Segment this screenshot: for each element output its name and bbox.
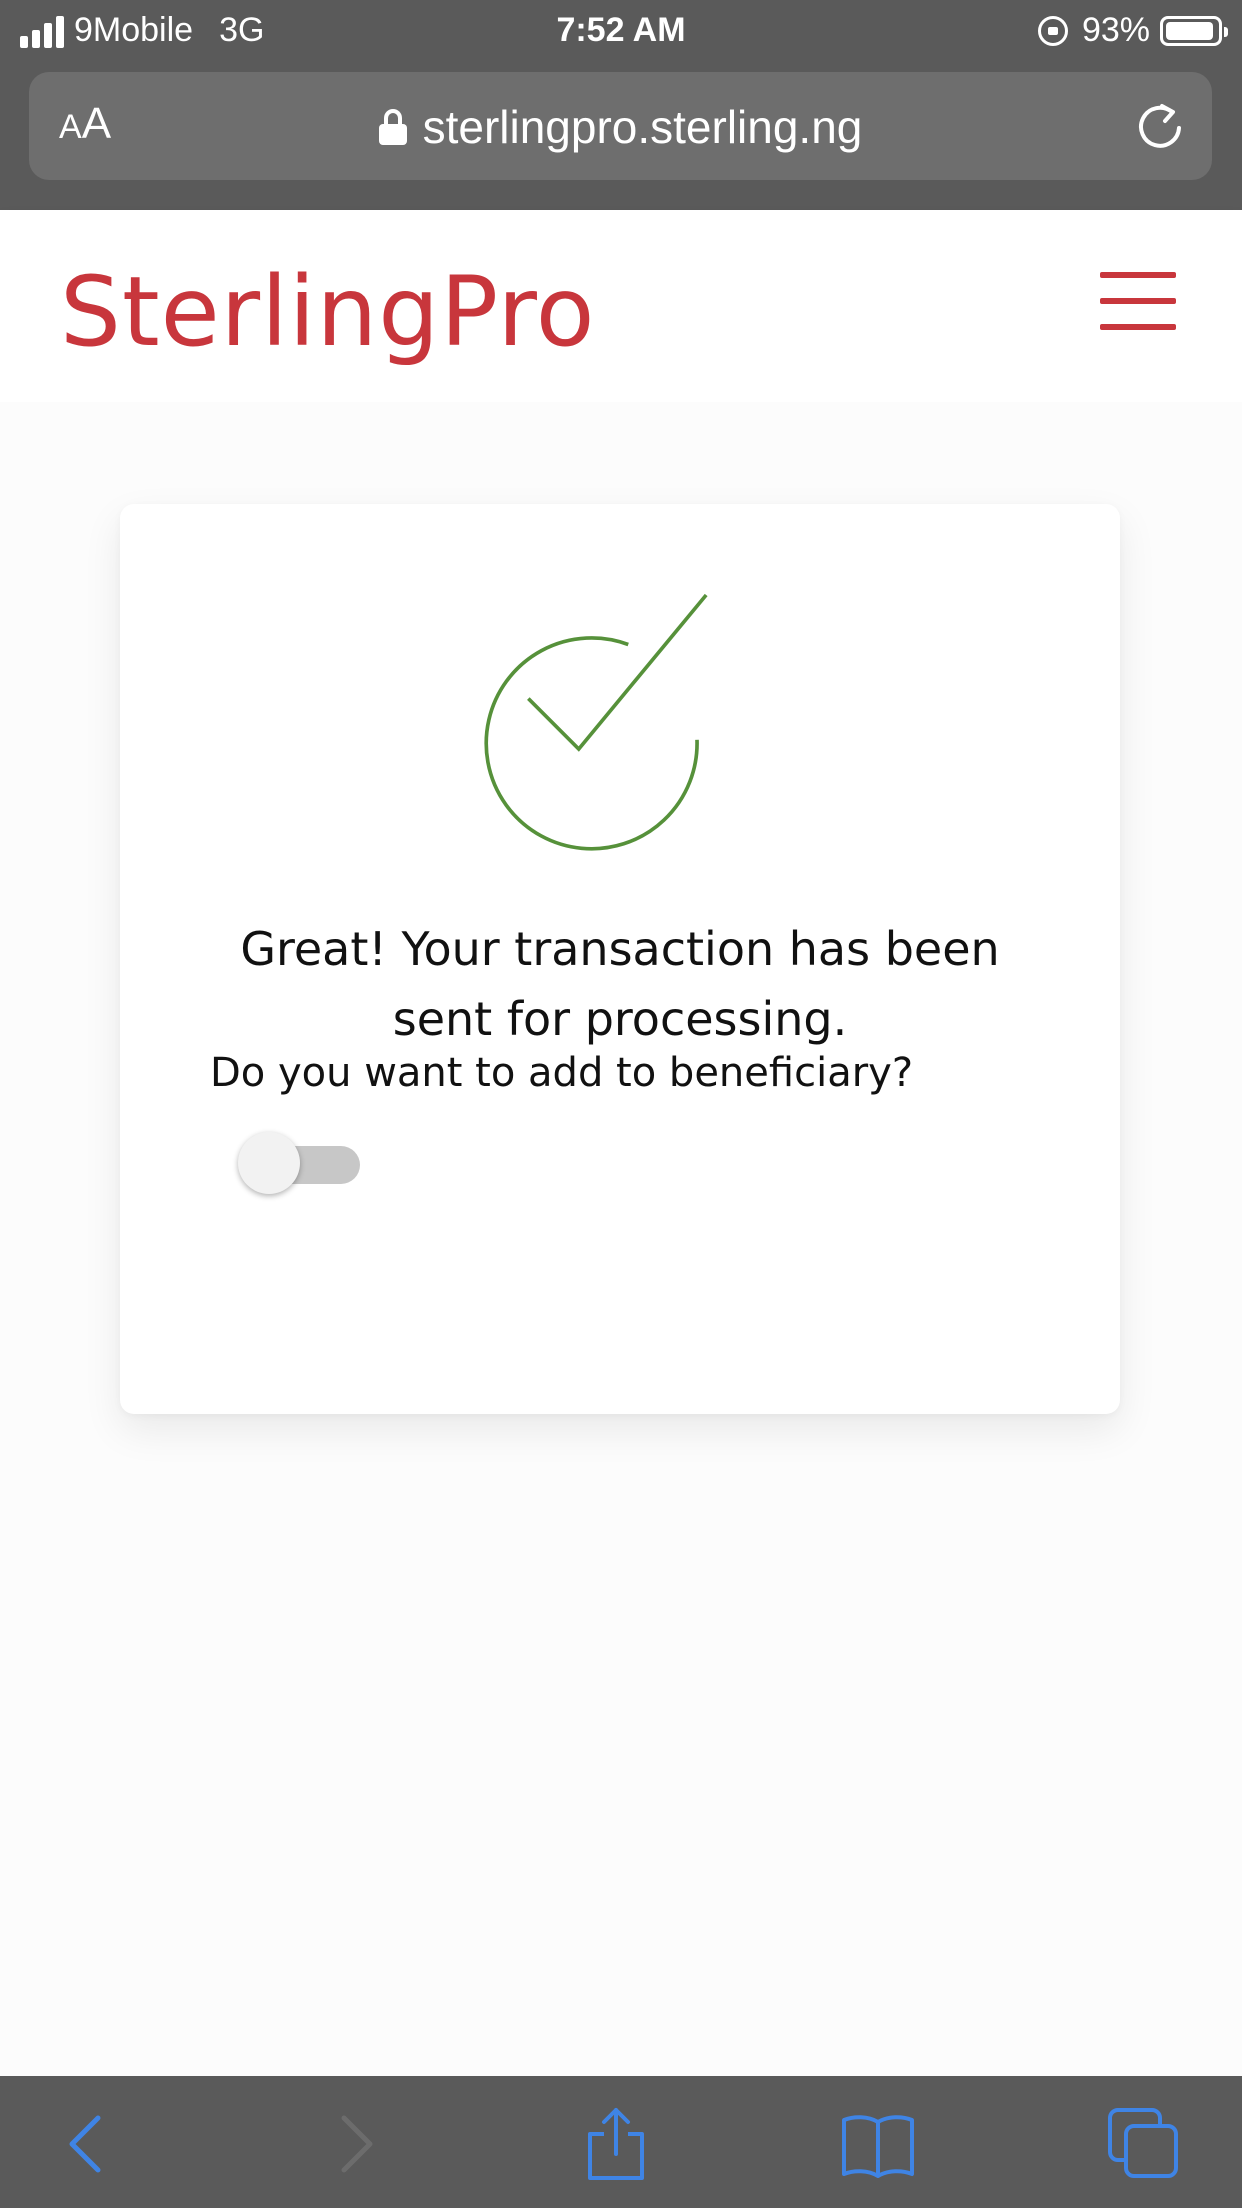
success-card: Great! Your transaction has been sent fo… <box>120 504 1120 1414</box>
orientation-lock-icon <box>1037 15 1068 46</box>
lock-icon <box>378 109 407 145</box>
address-bar[interactable]: AA sterlingpro.sterling.ng <box>29 72 1212 180</box>
site-header: SterlingPro <box>0 210 1242 402</box>
add-beneficiary-toggle[interactable] <box>238 1128 362 1198</box>
bookmarks-icon[interactable] <box>840 2106 916 2182</box>
reload-icon[interactable] <box>1132 98 1188 154</box>
success-message-line-2: sent for processing. <box>392 992 848 1046</box>
battery-percentage: 93% <box>1081 11 1150 49</box>
sterlingpro-logo[interactable]: SterlingPro <box>60 256 596 368</box>
tabs-icon[interactable] <box>1106 2106 1182 2182</box>
hamburger-menu-icon[interactable] <box>1100 272 1176 330</box>
add-beneficiary-label: Do you want to add to beneficiary? <box>210 1050 914 1096</box>
browser-toolbar <box>0 2076 1242 2208</box>
toggle-knob <box>238 1132 300 1194</box>
url-text[interactable]: sterlingpro.sterling.ng <box>423 100 863 154</box>
battery-icon <box>1160 15 1228 46</box>
success-message: Great! Your transaction has been sent fo… <box>180 914 1060 1054</box>
browser-address-area: AA sterlingpro.sterling.ng <box>0 62 1242 210</box>
status-bar: 9Mobile 3G 7:52 AM 93% <box>0 0 1242 62</box>
success-checkmark-icon <box>462 584 822 914</box>
success-message-line-1: Great! Your transaction has been <box>240 922 1000 976</box>
forward-icon[interactable] <box>318 2106 394 2182</box>
back-icon[interactable] <box>48 2106 124 2182</box>
share-icon[interactable] <box>578 2106 654 2182</box>
